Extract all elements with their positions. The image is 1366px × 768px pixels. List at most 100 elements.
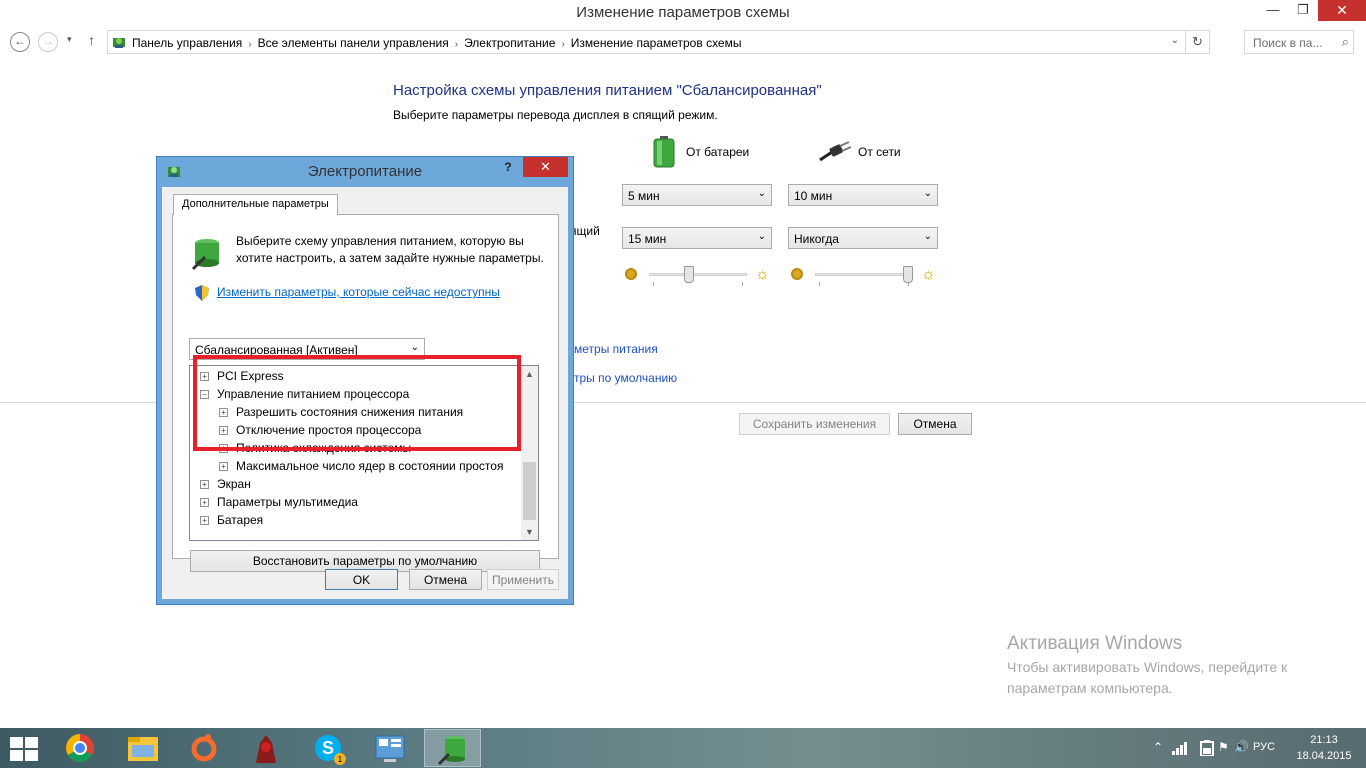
sleep-ac-select[interactable]: Никогда ⌄ <box>788 227 938 249</box>
address-bar[interactable]: Панель управления › Все элементы панели уп… <box>107 30 1210 54</box>
window-title: Изменение параметров схемы <box>576 4 790 21</box>
display-off-battery-select[interactable]: 5 мин ⌄ <box>622 184 772 206</box>
restore-defaults-link[interactable]: тры по умолчанию <box>574 371 677 385</box>
power-options-dialog: Электропитание ? ✕ Дополнительные параме… <box>156 156 574 605</box>
chevron-right-icon[interactable]: › <box>561 39 564 50</box>
language-indicator[interactable]: РУС <box>1253 741 1275 753</box>
scroll-down-icon[interactable]: ▼ <box>521 524 538 540</box>
tree-item-label: Управление питанием процессора <box>217 387 410 401</box>
tree-item-allow-throttle-states[interactable]: + Разрешить состояния снижения питания <box>219 405 463 419</box>
close-button[interactable]: ✕ <box>1318 0 1366 21</box>
tree-scrollbar[interactable]: ▲ ▼ <box>521 366 538 540</box>
chevron-up-icon[interactable]: ⌃ <box>1153 740 1163 754</box>
skype-icon[interactable]: S1 <box>300 729 357 767</box>
tree-item-display[interactable]: + Экран <box>200 477 251 491</box>
expand-icon[interactable]: + <box>200 516 209 525</box>
expand-icon[interactable]: + <box>219 444 228 453</box>
tree-item-pci-express[interactable]: + PCI Express <box>200 369 284 383</box>
chevron-down-icon: ⌄ <box>923 188 932 199</box>
breadcrumb-all-items[interactable]: Все элементы панели управления <box>258 36 449 50</box>
minimize-button[interactable]: — <box>1258 0 1288 21</box>
tree-item-processor-power[interactable]: − Управление питанием процессора <box>200 387 409 401</box>
chevron-right-icon[interactable]: › <box>248 39 251 50</box>
restore-button[interactable]: ❐ <box>1288 0 1318 21</box>
tree-item-label: Максимальное число ядер в состоянии прос… <box>236 459 504 473</box>
volume-icon[interactable]: 🔊 <box>1234 740 1249 754</box>
dialog-close-button[interactable]: ✕ <box>523 157 568 177</box>
windows-start-icon[interactable] <box>10 737 38 761</box>
tab-panel: Выберите схему управления питанием, кото… <box>172 214 559 572</box>
display-off-ac-select[interactable]: 10 мин ⌄ <box>788 184 938 206</box>
clock-date: 18.04.2015 <box>1296 750 1352 762</box>
sleep-label-partial: ящий <box>570 224 600 238</box>
slider-thumb[interactable] <box>903 266 913 283</box>
history-dropdown-icon[interactable]: ▾ <box>67 34 72 45</box>
signal-icon[interactable] <box>1172 742 1188 755</box>
breadcrumb-power-options[interactable]: Электропитание <box>464 36 555 50</box>
tab-advanced-settings[interactable]: Дополнительные параметры <box>173 194 338 215</box>
collapse-icon[interactable]: − <box>200 390 209 399</box>
brightness-ac-slider[interactable]: ☼ <box>791 266 941 288</box>
clock[interactable]: 21:13 18.04.2015 <box>1292 732 1356 764</box>
dialog-cancel-button[interactable]: Отмена <box>409 569 482 590</box>
tree-item-label: PCI Express <box>217 369 284 383</box>
tree-item-cooling-policy[interactable]: + Политика охлаждения системы <box>219 441 411 455</box>
settings-tree[interactable]: + PCI Express − Управление питанием процес… <box>189 365 539 541</box>
expand-icon[interactable]: + <box>200 480 209 489</box>
search-placeholder: Поиск в па... <box>1253 36 1323 50</box>
tree-item-battery[interactable]: + Батарея <box>200 513 263 527</box>
brightness-battery-slider[interactable]: ☼ <box>625 266 775 288</box>
cancel-button[interactable]: Отмена <box>898 413 972 435</box>
change-unavailable-settings-link[interactable]: Изменить параметры, которые сейчас недос… <box>217 285 500 299</box>
svg-text:S: S <box>322 738 334 758</box>
expand-icon[interactable]: + <box>219 426 228 435</box>
chevron-down-icon[interactable]: ⌄ <box>1171 35 1179 46</box>
up-button[interactable]: ↑ <box>88 32 95 48</box>
breadcrumb-control-panel[interactable]: Панель управления <box>132 36 242 50</box>
chevron-down-icon: ⌄ <box>757 188 766 199</box>
search-input[interactable]: Поиск в па... ⌕ <box>1244 30 1354 54</box>
help-button[interactable]: ? <box>495 157 521 177</box>
slider-track[interactable] <box>649 273 747 276</box>
scrollbar-thumb[interactable] <box>523 462 536 520</box>
game-icon[interactable] <box>238 729 295 767</box>
advanced-settings-link[interactable]: метры питания <box>574 342 658 356</box>
power-scheme-value: Сбалансированная [Активен] <box>195 343 358 357</box>
origin-icon[interactable] <box>176 729 233 767</box>
ac-column-label: От сети <box>858 145 901 159</box>
bright-brightness-icon: ☼ <box>755 266 770 283</box>
chrome-icon[interactable] <box>52 729 109 767</box>
ok-button[interactable]: OK <box>325 569 398 590</box>
slider-ticks <box>653 282 743 286</box>
refresh-icon[interactable]: ↻ <box>1185 31 1209 53</box>
tree-item-multimedia[interactable]: + Параметры мультимедиа <box>200 495 358 509</box>
battery-tray-icon[interactable] <box>1200 740 1214 756</box>
search-icon[interactable]: ⌕ <box>1342 34 1349 50</box>
back-button[interactable]: ← <box>10 32 30 52</box>
power-scheme-select[interactable]: Сбалансированная [Активен] ⌄ <box>189 338 425 360</box>
slider-thumb[interactable] <box>684 266 695 283</box>
expand-icon[interactable]: + <box>200 498 209 507</box>
slider-track[interactable] <box>815 273 913 276</box>
tree-item-processor-idle-disable[interactable]: + Отключение простоя процессора <box>219 423 421 437</box>
bright-brightness-icon: ☼ <box>921 266 936 283</box>
control-panel-icon[interactable] <box>362 729 419 767</box>
save-changes-button[interactable]: Сохранить изменения <box>739 413 890 435</box>
expand-icon[interactable]: + <box>219 462 228 471</box>
breadcrumb-edit-plan[interactable]: Изменение параметров схемы <box>571 36 742 50</box>
apply-button[interactable]: Применить <box>487 569 559 590</box>
battery-icon <box>653 136 675 168</box>
tree-item-max-idle-cores[interactable]: + Максимальное число ядер в состоянии про… <box>219 459 503 473</box>
forward-button[interactable]: → <box>38 32 58 52</box>
sleep-battery-select[interactable]: 15 мин ⌄ <box>622 227 772 249</box>
file-explorer-icon[interactable] <box>114 729 171 767</box>
expand-icon[interactable]: + <box>200 372 209 381</box>
chevron-right-icon[interactable]: › <box>455 39 458 50</box>
power-plan-icon <box>191 239 219 271</box>
dialog-intro-text: Выберите схему управления питанием, кото… <box>236 234 544 265</box>
scroll-up-icon[interactable]: ▲ <box>521 366 538 383</box>
sleep-ac-value: Никогда <box>794 232 839 246</box>
expand-icon[interactable]: + <box>219 408 228 417</box>
flag-icon[interactable]: ⚑ <box>1218 740 1229 754</box>
power-options-icon[interactable] <box>424 729 481 767</box>
